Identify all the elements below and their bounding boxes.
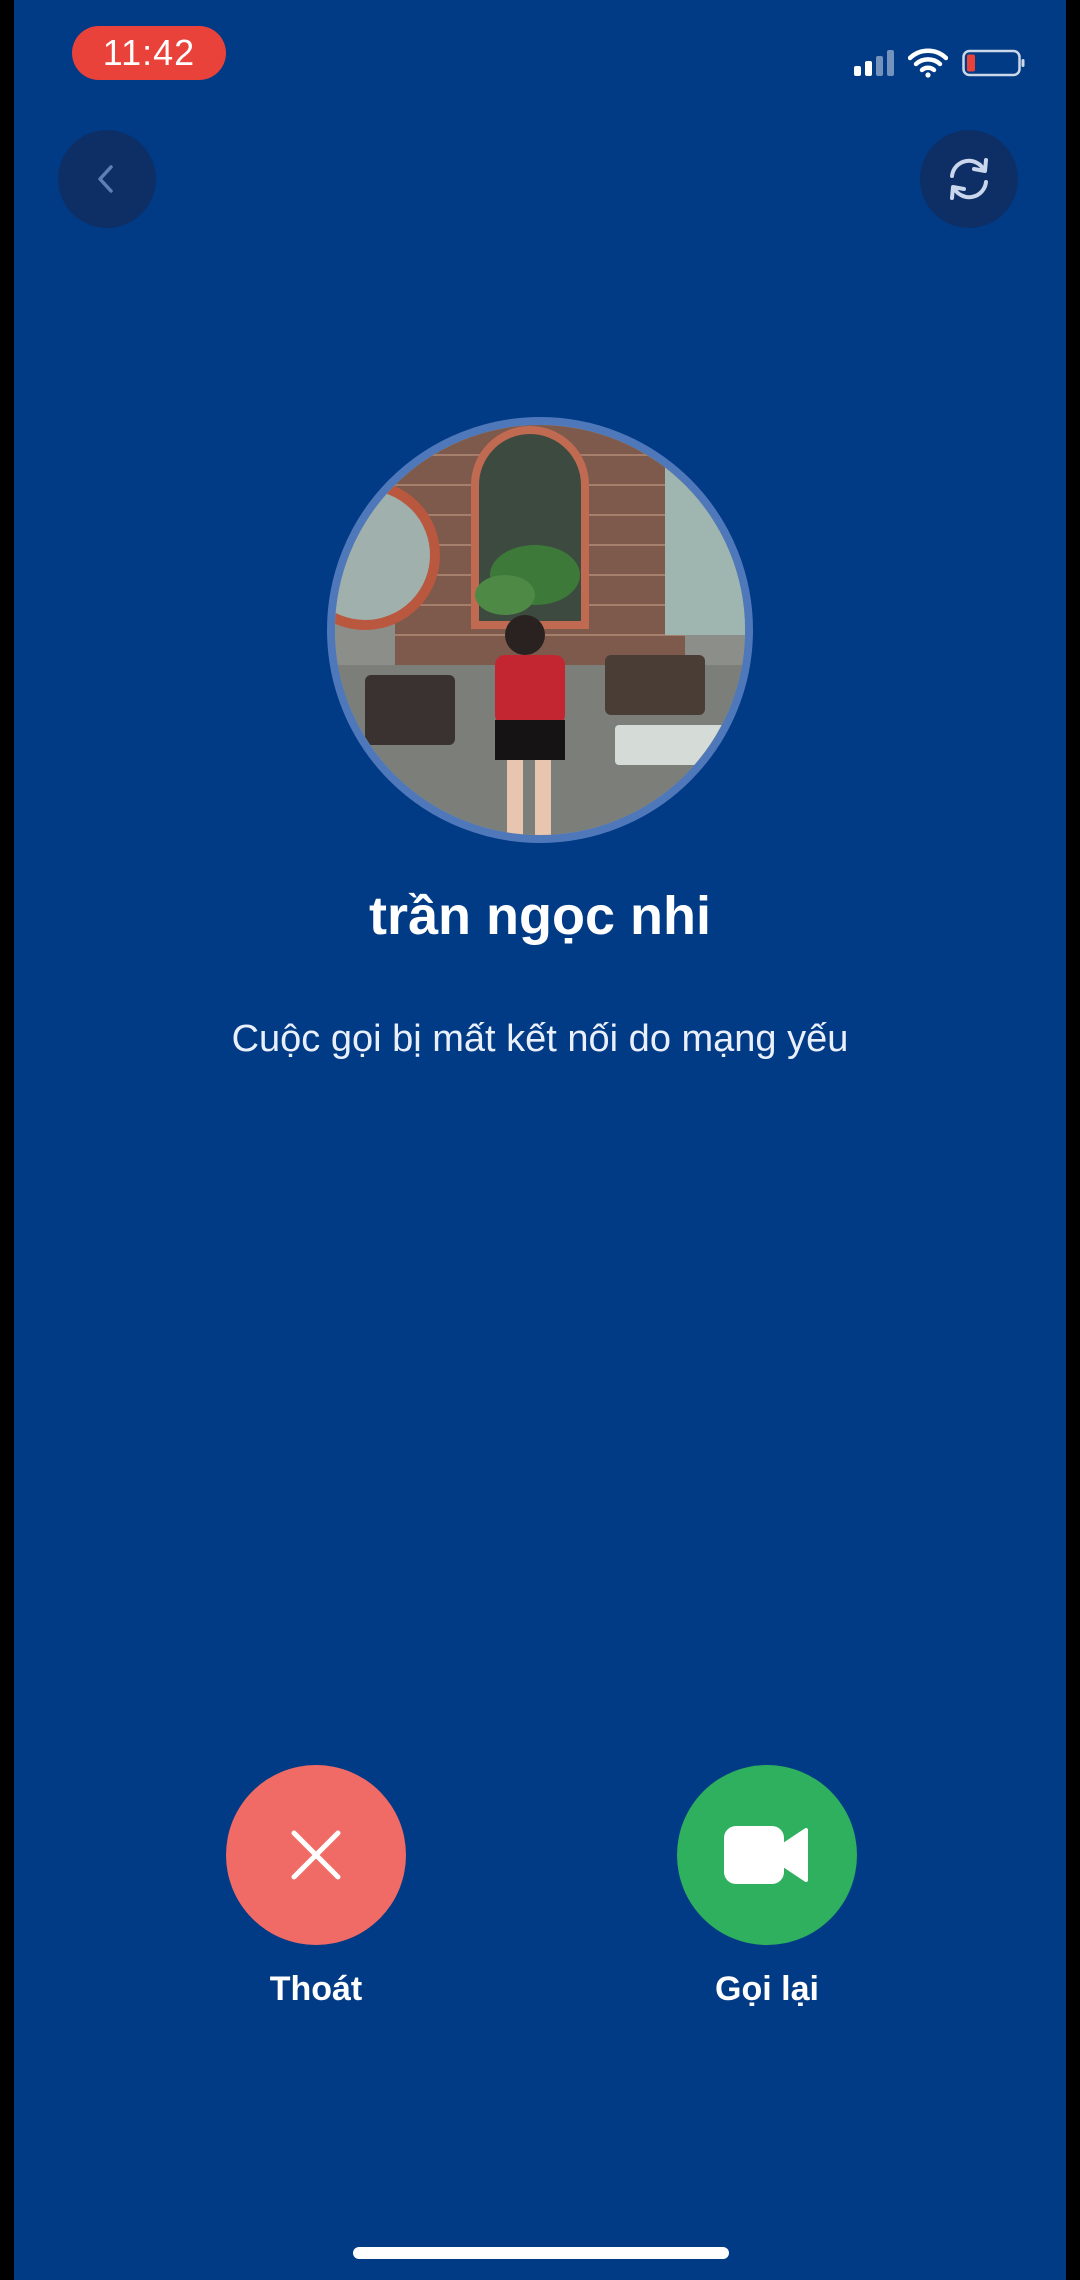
video-camera-icon bbox=[724, 1826, 808, 1884]
call-screen: 11:42 trần ngọc nhi Cuộc gọi bị mất kết … bbox=[14, 0, 1066, 2280]
call-status-message: Cuộc gọi bị mất kết nối do mạng yếu bbox=[231, 1018, 849, 1060]
refresh-icon bbox=[950, 158, 988, 200]
status-icons bbox=[854, 40, 1026, 86]
exit-label: Thoát bbox=[269, 1970, 363, 2008]
recall-button[interactable] bbox=[677, 1765, 857, 1945]
close-icon bbox=[291, 1830, 341, 1880]
recall-label: Gọi lại bbox=[715, 1970, 819, 2008]
exit-call-button[interactable] bbox=[226, 1765, 406, 1945]
avatar-photo bbox=[335, 425, 745, 835]
switch-camera-button[interactable] bbox=[920, 130, 1018, 228]
status-time-text: 11:42 bbox=[102, 32, 196, 73]
cellular-signal-icon bbox=[854, 50, 894, 76]
status-time: 11:42 bbox=[72, 26, 226, 80]
back-button[interactable] bbox=[58, 130, 156, 228]
contact-avatar bbox=[327, 417, 753, 843]
wifi-icon bbox=[908, 48, 948, 78]
contact-name: trần ngọc nhi bbox=[369, 886, 711, 946]
chevron-left-icon bbox=[98, 165, 113, 193]
battery-low-icon bbox=[962, 49, 1025, 77]
home-indicator[interactable] bbox=[353, 2247, 729, 2259]
